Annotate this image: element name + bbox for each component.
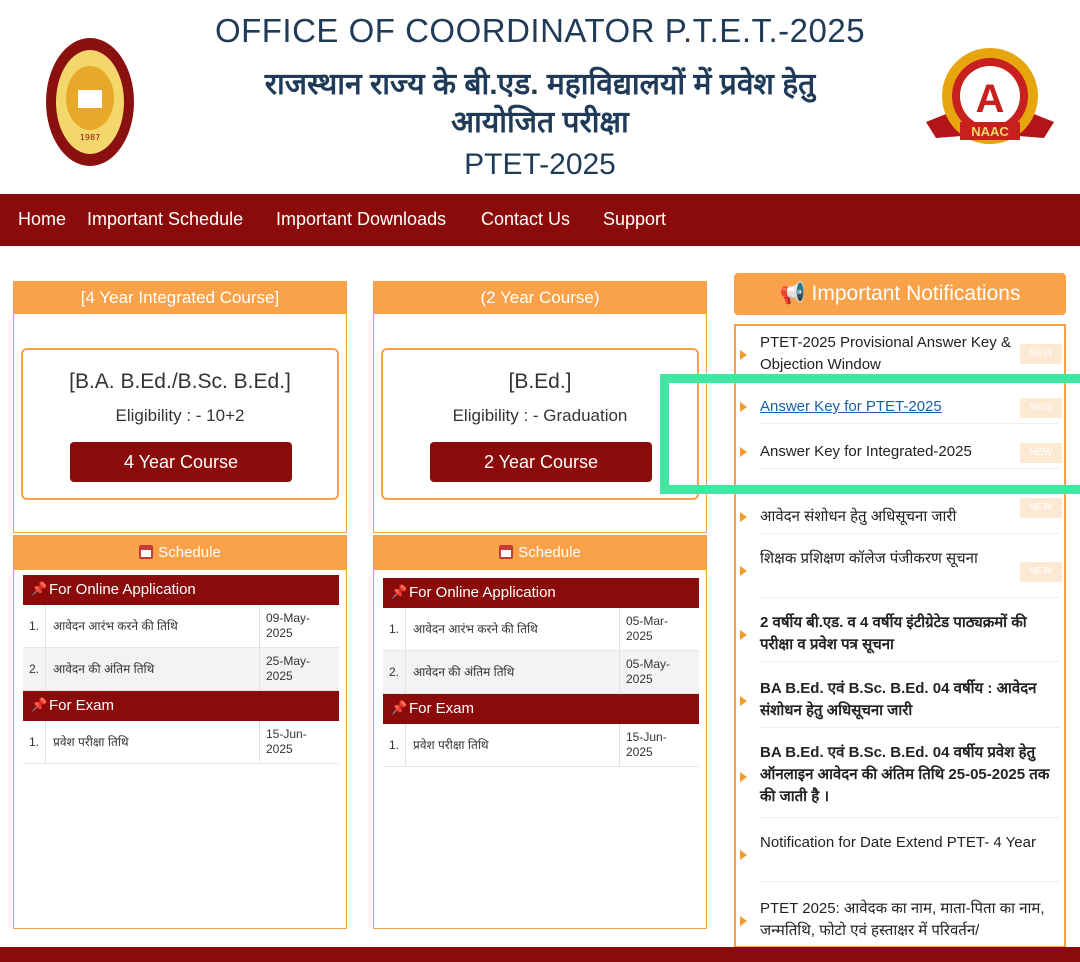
arrow-icon <box>740 512 747 522</box>
nav-important-downloads[interactable]: Important Downloads <box>276 194 446 246</box>
new-badge: NEW <box>1020 498 1062 518</box>
notifications-header: 📢 Important Notifications <box>734 273 1066 315</box>
course-card-header: (2 Year Course) <box>374 282 706 314</box>
calendar-icon <box>139 545 154 559</box>
notification-item[interactable]: आवेदन संशोधन हेतु अधिसूचना जारी <box>740 506 1060 534</box>
table-row: 1. आवेदन आरंभ करने की तिथि 09-May- 2025 <box>23 605 339 648</box>
notification-item[interactable]: PTET-2025 Provisional Answer Key & Objec… <box>740 332 1060 378</box>
course-name: [B.Ed.] <box>508 370 572 393</box>
arrow-icon <box>740 916 747 926</box>
arrow-icon <box>740 772 747 782</box>
footer-bar <box>0 947 1080 962</box>
arrow-icon <box>740 566 747 576</box>
course-card-header: [4 Year Integrated Course] <box>14 282 346 314</box>
two-year-course-button[interactable]: 2 Year Course <box>430 442 652 482</box>
four-year-course-button[interactable]: 4 Year Course <box>70 442 292 482</box>
course-card-4yr: [4 Year Integrated Course] [B.A. B.Ed./B… <box>13 281 347 533</box>
arrow-icon <box>740 850 747 860</box>
nav-support[interactable]: Support <box>603 194 666 246</box>
table-row: 1. आवेदन आरंभ करने की तिथि 05-Mar- 2025 <box>383 608 699 651</box>
online-application-bar: 📌 For Online Application <box>23 575 339 605</box>
calendar-icon <box>499 545 514 559</box>
notification-item[interactable]: शिक्षक प्रशिक्षण कॉलेज पंजीकरण सूचना <box>740 548 1060 598</box>
exam-bar: 📌 For Exam <box>383 694 699 724</box>
course-info-box: [B.A. B.Ed./B.Sc. B.Ed.] Eligibility : -… <box>21 348 339 500</box>
highlight-annotation <box>660 374 1080 494</box>
nav-important-schedule[interactable]: Important Schedule <box>87 194 243 246</box>
main-nav: Home Important Schedule Important Downlo… <box>0 194 1080 246</box>
notification-item[interactable]: BA B.Ed. एवं B.Sc. B.Ed. 04 वर्षीय प्रवे… <box>740 742 1060 818</box>
site-header: 1987 OFFICE OF COORDINATOR P.T.E.T.-2025… <box>0 0 1080 192</box>
nav-contact-us[interactable]: Contact Us <box>481 194 570 246</box>
arrow-icon <box>740 696 747 706</box>
pin-icon: 📌 <box>391 700 408 715</box>
table-row: 1. प्रवेश परीक्षा तिथि 15-Jun- 2025 <box>23 721 339 764</box>
exam-bar: 📌 For Exam <box>23 691 339 721</box>
pin-icon: 📌 <box>31 697 48 712</box>
svg-text:NAAC: NAAC <box>971 124 1009 139</box>
arrow-icon <box>740 630 747 640</box>
nav-home[interactable]: Home <box>18 194 66 246</box>
hindi-title-line2: आयोजित परीक्षा <box>451 106 629 139</box>
table-row: 2. आवेदन की अंतिम तिथि 25-May- 2025 <box>23 648 339 691</box>
arrow-icon <box>740 350 747 360</box>
svg-text:A: A <box>976 77 1005 121</box>
hindi-title-line1: राजस्थान राज्य के बी.एड. महाविद्यालयों म… <box>264 68 816 101</box>
schedule-table: 📌 For Online Application 1. आवेदन आरंभ करन… <box>383 578 699 767</box>
notification-item[interactable]: BA B.Ed. एवं B.Sc. B.Ed. 04 वर्षीय : आवे… <box>740 678 1060 728</box>
table-row: 1. प्रवेश परीक्षा तिथि 15-Jun- 2025 <box>383 724 699 767</box>
naac-badge: A NAAC <box>926 48 1054 144</box>
schedule-panel-4yr: Schedule 📌 For Online Application 1. आवेदन… <box>13 535 347 929</box>
course-eligibility: Eligibility : - Graduation <box>452 406 628 425</box>
pin-icon: 📌 <box>31 581 48 596</box>
notification-item[interactable]: PTET 2025: आवेदक का नाम, माता-पिता का ना… <box>740 898 1060 946</box>
notification-item[interactable]: 2 वर्षीय बी.एड. व 4 वर्षीय इंटीग्रेटेड प… <box>740 612 1060 662</box>
course-eligibility: Eligibility : - 10+2 <box>115 406 245 425</box>
notification-item[interactable]: Notification for Date Extend PTET- 4 Yea… <box>740 832 1060 882</box>
new-badge: NEW <box>1020 562 1062 582</box>
course-card-2yr: (2 Year Course) [B.Ed.] Eligibility : - … <box>373 281 707 533</box>
course-name: [B.A. B.Ed./B.Sc. B.Ed.] <box>69 370 291 393</box>
page-subtitle: PTET-2025 <box>464 148 616 181</box>
course-info-box: [B.Ed.] Eligibility : - Graduation 2 Yea… <box>381 348 699 500</box>
new-badge: NEW <box>1020 344 1062 364</box>
page-title: OFFICE OF COORDINATOR P.T.E.T.-2025 <box>214 12 866 49</box>
pin-icon: 📌 <box>391 584 408 599</box>
schedule-header: Schedule <box>374 536 706 570</box>
table-row: 2. आवेदन की अंतिम तिथि 05-May- 2025 <box>383 651 699 694</box>
schedule-header: Schedule <box>14 536 346 570</box>
schedule-panel-2yr: Schedule 📌 For Online Application 1. आवेदन… <box>373 535 707 929</box>
online-application-bar: 📌 For Online Application <box>383 578 699 608</box>
schedule-table: 📌 For Online Application 1. आवेदन आरंभ करन… <box>23 575 339 764</box>
